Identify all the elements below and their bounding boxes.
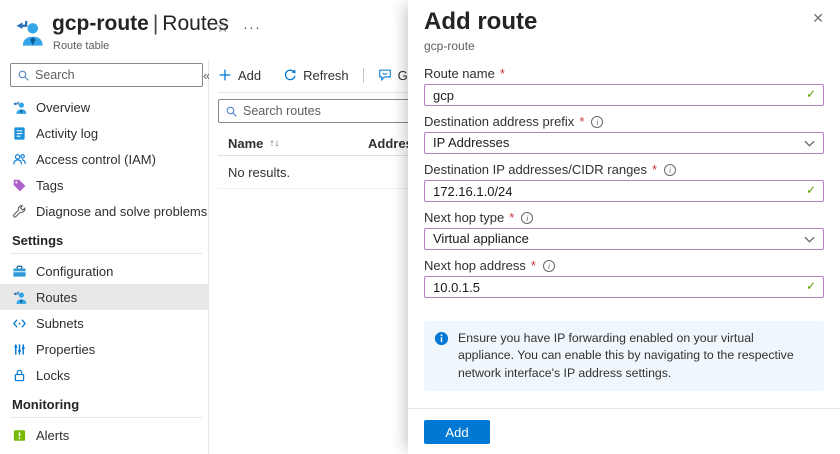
refresh-button[interactable]: Refresh [283, 68, 349, 83]
required-asterisk: * [579, 114, 584, 129]
sidebar-section-monitoring: Monitoring [0, 388, 208, 417]
search-icon [225, 105, 238, 118]
sort-icon: ↑↓ [269, 138, 279, 149]
sidebar-item-subnets[interactable]: Subnets [0, 310, 208, 336]
add-route-button[interactable]: Add [218, 68, 261, 83]
resource-name: gcp-route [52, 12, 149, 35]
sidebar-item-access-control[interactable]: Access control (IAM) [0, 146, 208, 172]
required-asterisk: * [531, 258, 536, 273]
required-asterisk: * [509, 210, 514, 225]
add-submit-button[interactable]: Add [424, 420, 490, 444]
field-next-hop-address: Next hop address * i ✓ [424, 258, 824, 298]
subnets-icon [12, 316, 27, 331]
search-icon [17, 69, 30, 82]
field-next-hop-type: Next hop type * i Virtual appliance [424, 210, 824, 250]
info-tooltip-icon[interactable]: i [664, 164, 676, 176]
info-banner-text: Ensure you have IP forwarding enabled on… [458, 330, 812, 382]
destination-cidr-input[interactable] [424, 180, 824, 202]
panel-title: Add route [424, 8, 824, 36]
info-tooltip-icon[interactable]: i [591, 116, 603, 128]
add-route-form: Route name * ✓ Destination address prefi… [424, 66, 824, 391]
diagnose-icon [12, 204, 27, 219]
page-header: gcp-route|Routes ☆ ··· Route table [0, 0, 408, 60]
required-asterisk: * [500, 66, 505, 81]
activity-log-icon [12, 126, 27, 141]
sidebar-item-diagnose[interactable]: Diagnose and solve problems [0, 198, 208, 224]
overview-icon [12, 100, 27, 115]
add-route-panel: Add route gcp-route ✕ Route name * ✓ Des… [408, 0, 840, 454]
next-hop-address-label: Next hop address [424, 258, 526, 273]
divider [10, 253, 202, 254]
access-control-icon [12, 152, 27, 167]
destination-prefix-label: Destination address prefix [424, 114, 574, 129]
sidebar-item-locks[interactable]: Locks [0, 362, 208, 388]
sidebar-section-settings: Settings [0, 224, 208, 253]
sidebar-search-input[interactable] [35, 68, 196, 82]
route-name-input[interactable] [424, 84, 824, 106]
chevron-down-icon [804, 140, 815, 147]
sidebar-item-configuration[interactable]: Configuration [0, 258, 208, 284]
toolbar-separator [363, 68, 364, 83]
configuration-icon [12, 264, 27, 279]
valid-check-icon: ✓ [806, 279, 816, 293]
panel-footer: Add [408, 408, 840, 454]
more-menu-icon[interactable]: ··· [243, 18, 261, 38]
azure-portal-route-table-page: gcp-route|Routes ☆ ··· Route table « Ove… [0, 0, 840, 454]
plus-icon [218, 68, 232, 82]
valid-check-icon: ✓ [806, 87, 816, 101]
alerts-icon [12, 428, 27, 443]
sidebar-item-tags[interactable]: Tags [0, 172, 208, 198]
sidebar-item-overview[interactable]: Overview [0, 94, 208, 120]
sidebar-item-alerts[interactable]: Alerts [0, 422, 208, 448]
sidebar-item-routes[interactable]: Routes [0, 284, 208, 310]
resource-menu-sidebar: « Overview Activity log Access control (… [0, 60, 209, 454]
routes-icon [12, 290, 27, 305]
next-hop-type-label: Next hop type [424, 210, 504, 225]
destination-prefix-select[interactable]: IP Addresses [424, 132, 824, 154]
sidebar-section-automation: Automation [0, 448, 208, 454]
resource-type-label: Route table [53, 40, 109, 52]
route-table-icon [14, 18, 44, 48]
favorite-star-icon[interactable]: ☆ [216, 18, 229, 38]
tags-icon [12, 178, 27, 193]
chevron-down-icon [804, 236, 815, 243]
next-hop-type-select[interactable]: Virtual appliance [424, 228, 824, 250]
close-icon[interactable]: ✕ [812, 10, 824, 27]
sidebar-nav: Overview Activity log Access control (IA… [0, 94, 208, 454]
divider [10, 417, 202, 418]
valid-check-icon: ✓ [806, 183, 816, 197]
refresh-icon [283, 68, 297, 82]
sidebar-item-activity-log[interactable]: Activity log [0, 120, 208, 146]
destination-cidr-label: Destination IP addresses/CIDR ranges [424, 162, 647, 177]
ip-forwarding-info-banner: Ensure you have IP forwarding enabled on… [424, 321, 824, 391]
title-separator: | [149, 12, 162, 35]
info-icon [434, 331, 449, 346]
sidebar-searchbox[interactable] [10, 63, 203, 87]
info-tooltip-icon[interactable]: i [521, 212, 533, 224]
page-title: gcp-route|Routes [52, 11, 229, 37]
field-destination-cidr: Destination IP addresses/CIDR ranges * i… [424, 162, 824, 202]
info-tooltip-icon[interactable]: i [543, 260, 555, 272]
sidebar-item-properties[interactable]: Properties [0, 336, 208, 362]
feedback-icon [378, 68, 392, 82]
field-route-name: Route name * ✓ [424, 66, 824, 106]
next-hop-address-input[interactable] [424, 276, 824, 298]
lock-icon [12, 368, 27, 383]
column-header-name[interactable]: Name ↑↓ [218, 136, 368, 151]
panel-subtitle: gcp-route [424, 39, 824, 53]
properties-icon [12, 342, 27, 357]
required-asterisk: * [652, 162, 657, 177]
route-name-label: Route name [424, 66, 495, 81]
field-destination-prefix: Destination address prefix * i IP Addres… [424, 114, 824, 154]
